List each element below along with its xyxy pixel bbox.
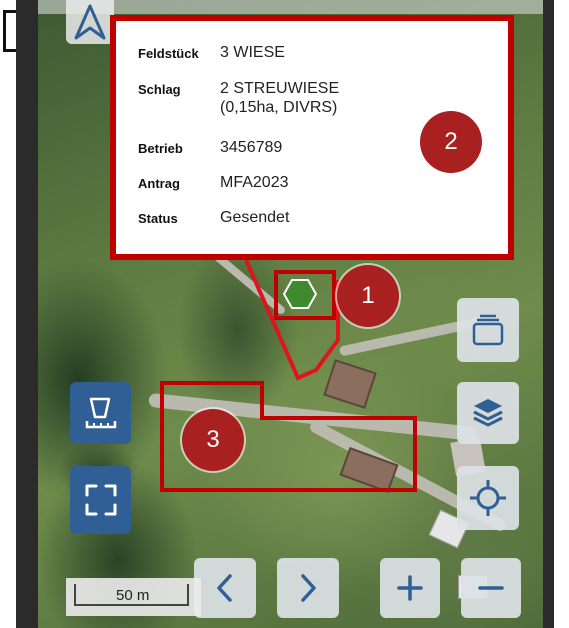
card-stack-icon [472,314,504,346]
layers-icon [473,399,503,427]
annotation-badge-3: 3 [182,409,244,471]
measure-area-icon [85,397,116,429]
measure-area-button[interactable] [70,382,131,444]
previous-button[interactable] [194,558,256,618]
locate-crosshair-icon [470,480,506,516]
next-button[interactable] [277,558,339,618]
locate-button[interactable] [457,466,519,530]
chevron-left-icon [217,574,232,602]
minus-icon [478,586,504,590]
chevron-right-icon [301,574,316,602]
annotation-badge-2: 2 [420,111,482,173]
annotation-badge-1: 1 [337,265,399,327]
fullscreen-button[interactable] [70,466,131,534]
card-stack-button[interactable] [457,298,519,362]
scale-bar: 50 m [66,578,201,616]
zoom-out-button[interactable] [461,558,521,618]
scale-label: 50 m [116,587,150,604]
layers-button[interactable] [457,382,519,444]
plus-icon [397,575,423,601]
fullscreen-icon [85,484,116,516]
zoom-in-button[interactable] [380,558,440,618]
